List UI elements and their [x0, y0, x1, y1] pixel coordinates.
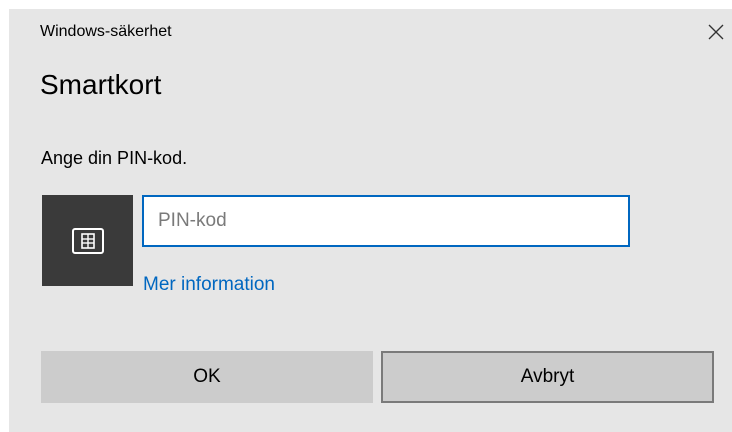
window-title: Windows-säkerhet [40, 23, 172, 40]
pin-input[interactable] [142, 195, 630, 247]
smart-card-tile [42, 195, 133, 286]
security-dialog: Windows-säkerhet Smartkort Ange din PIN-… [9, 9, 732, 432]
pin-prompt: Ange din PIN-kod. [41, 148, 188, 168]
dialog-heading: Smartkort [40, 69, 162, 100]
cancel-button[interactable]: Avbryt [381, 351, 714, 403]
close-button[interactable] [699, 17, 732, 47]
close-icon [708, 24, 724, 40]
more-info-link[interactable]: Mer information [143, 274, 275, 296]
smart-card-icon [71, 227, 104, 254]
ok-button[interactable]: OK [41, 351, 373, 403]
